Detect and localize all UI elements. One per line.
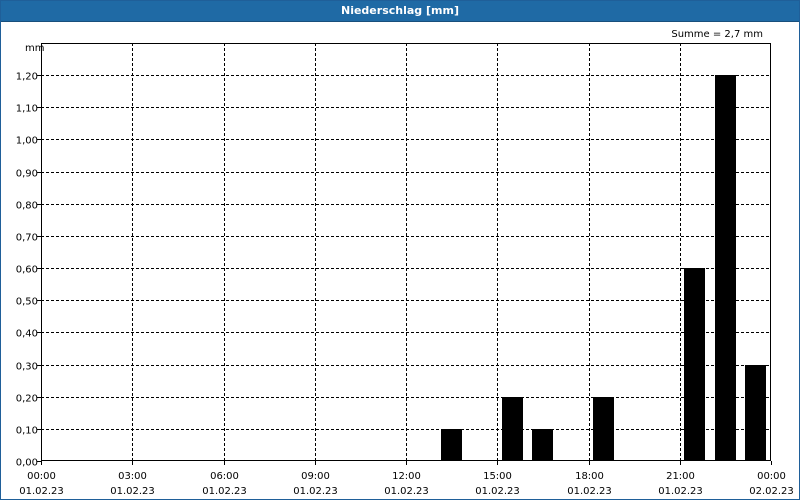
x-tick-date-label: 01.02.23: [658, 486, 703, 497]
y-tick-label: 0,80: [16, 201, 38, 212]
x-tick-date-label: 01.02.23: [202, 486, 247, 497]
precipitation-chart: 0,00 0,10 0,20 0,30 0,40 0,50 0,60 0,70 0,80 0,90…: [16, 29, 794, 497]
y-tick-label: 0,30: [16, 362, 38, 373]
y-tick-label: 0,90: [16, 169, 38, 180]
precipitation-bar: [532, 429, 553, 461]
y-tick-label: 0,00: [16, 458, 38, 469]
x-tick-time-label: 21:00: [666, 471, 695, 482]
y-tick-label: 0,10: [16, 426, 38, 437]
x-tick-date-label: 02.02.23: [749, 486, 794, 497]
precipitation-bar: [684, 268, 705, 461]
x-tick-date-label: 01.02.23: [384, 486, 429, 497]
precipitation-bar: [593, 397, 614, 461]
y-tick-label: 0,40: [16, 329, 38, 340]
x-tick-time-label: 06:00: [210, 471, 239, 482]
x-tick-date-label: 01.02.23: [19, 486, 64, 497]
y-tick-label: 1,10: [16, 104, 38, 115]
y-axis-unit-label: mm: [25, 43, 44, 54]
x-tick-date-label: 01.02.23: [475, 486, 520, 497]
x-tick-time-label: 00:00: [27, 471, 56, 482]
x-tick-time-label: 09:00: [301, 471, 330, 482]
x-tick-date-label: 01.02.23: [567, 486, 612, 497]
y-tick-label: 1,20: [16, 72, 38, 83]
y-tick-label: 0,20: [16, 394, 38, 405]
x-tick-date-label: 01.02.23: [110, 486, 155, 497]
y-tick-label: 0,60: [16, 265, 38, 276]
x-tick-time-label: 18:00: [575, 471, 604, 482]
y-tick-label: 0,50: [16, 297, 38, 308]
precipitation-bar: [441, 429, 462, 461]
precipitation-bar: [745, 365, 766, 461]
chart-window: Niederschlag [mm] 0,00 0,10 0,20 0,30 0,40 0,…: [0, 0, 800, 500]
x-tick-time-label: 00:00: [757, 471, 786, 482]
sum-annotation: Summe = 2,7 mm: [671, 29, 763, 40]
precipitation-bar: [715, 75, 736, 461]
y-tick-label: 1,00: [16, 136, 38, 147]
precipitation-bar: [502, 397, 523, 461]
x-tick-date-label: 01.02.23: [293, 486, 338, 497]
x-tick-time-label: 03:00: [118, 471, 147, 482]
y-tick-label: 0,70: [16, 233, 38, 244]
x-tick-time-label: 12:00: [392, 471, 421, 482]
x-tick-time-label: 15:00: [483, 471, 512, 482]
